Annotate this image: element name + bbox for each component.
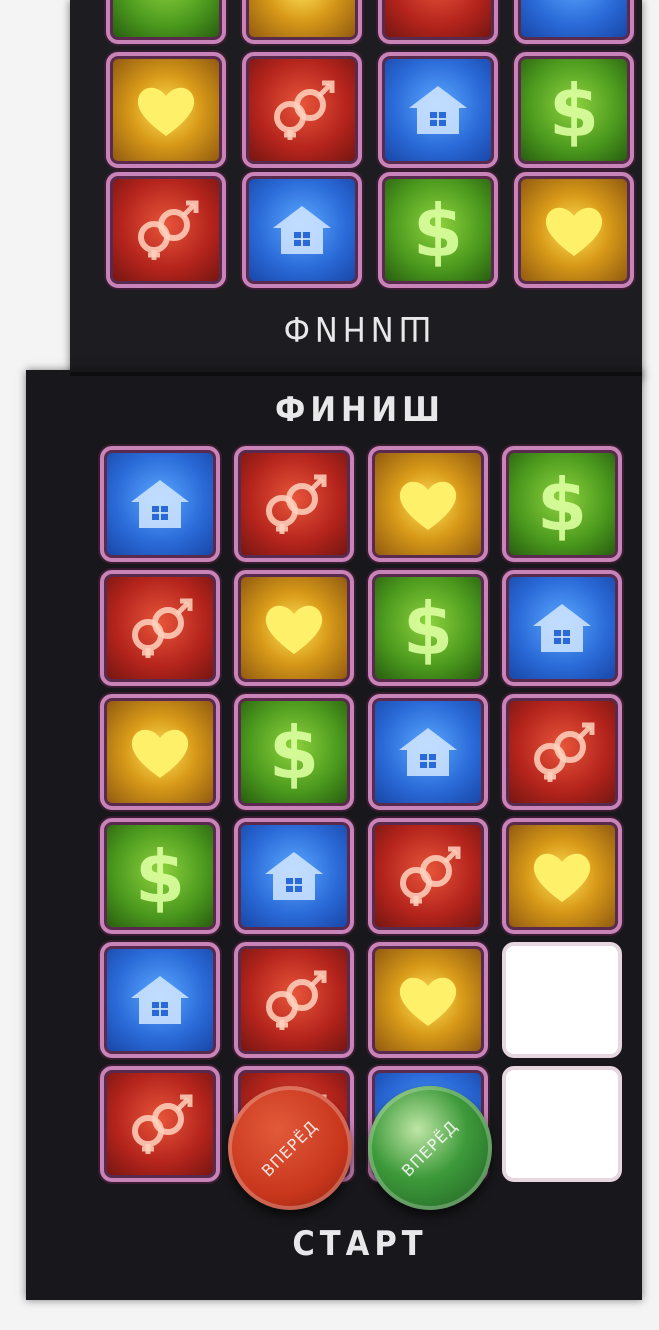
heart-icon	[527, 846, 597, 906]
start-label: СТАРТ	[292, 1224, 428, 1264]
heart-icon	[131, 80, 201, 140]
svg-text:$: $	[403, 588, 453, 668]
svg-text:$: $	[413, 190, 463, 270]
svg-text:$: $	[269, 712, 319, 792]
money-icon: $	[544, 70, 604, 150]
house-icon	[527, 596, 597, 660]
gender-icon	[128, 197, 204, 263]
green-player-chip[interactable]: ВПЕРЁД	[368, 1086, 492, 1210]
chip-label: ВПЕРЁД	[398, 1116, 462, 1180]
finish-label: ФИНИШ	[275, 390, 445, 430]
money-icon: $	[398, 588, 458, 668]
top-partial-tile-heart	[242, 0, 362, 44]
bottom-tile-heart	[368, 446, 488, 562]
board-fold-line	[70, 372, 642, 376]
bottom-tile-money: $	[502, 446, 622, 562]
bottom-tile-heart	[100, 694, 220, 810]
top-partial-tile-gender	[378, 0, 498, 44]
svg-text:$: $	[537, 464, 587, 544]
bottom-tile-house	[100, 942, 220, 1058]
top-tile-gender	[242, 52, 362, 168]
top-tile-house	[378, 52, 498, 168]
bottom-tile-gender	[234, 942, 354, 1058]
gender-icon	[256, 967, 332, 1033]
house-icon	[393, 720, 463, 784]
money-icon: $	[130, 836, 190, 916]
bottom-tile-house	[368, 694, 488, 810]
bottom-tile-money: $	[234, 694, 354, 810]
heart-icon	[539, 200, 609, 260]
gender-icon	[256, 471, 332, 537]
top-tile-money: $	[514, 52, 634, 168]
bottom-tile-house	[502, 570, 622, 686]
bottom-tile-gender	[368, 818, 488, 934]
bottom-tile-gender	[100, 570, 220, 686]
svg-text:$: $	[135, 836, 185, 916]
top-partial-tile-house	[514, 0, 634, 44]
bottom-tile-blank	[502, 1066, 622, 1182]
heart-icon	[125, 722, 195, 782]
house-icon	[125, 472, 195, 536]
gender-icon	[122, 1091, 198, 1157]
bottom-tile-money: $	[368, 570, 488, 686]
house-icon	[259, 844, 329, 908]
money-icon: $	[532, 464, 592, 544]
house-icon	[267, 198, 337, 262]
top-tile-heart	[106, 52, 226, 168]
money-icon: $	[264, 712, 324, 792]
heart-icon	[393, 474, 463, 534]
chip-label: ВПЕРЁД	[258, 1116, 322, 1180]
bottom-tile-house	[234, 818, 354, 934]
mirrored-finish-label: ФИНИШ	[283, 308, 437, 348]
money-icon: $	[408, 190, 468, 270]
bottom-tile-money: $	[100, 818, 220, 934]
house-icon	[403, 78, 473, 142]
gender-icon	[524, 719, 600, 785]
house-icon	[125, 968, 195, 1032]
red-player-chip[interactable]: ВПЕРЁД	[228, 1086, 352, 1210]
bottom-tile-heart	[368, 942, 488, 1058]
top-tile-gender	[106, 172, 226, 288]
top-tile-house	[242, 172, 362, 288]
gender-icon	[264, 77, 340, 143]
bottom-tile-house	[100, 446, 220, 562]
bottom-tile-gender	[502, 694, 622, 810]
bottom-tile-heart	[502, 818, 622, 934]
bottom-tile-gender	[234, 446, 354, 562]
top-tile-money: $	[378, 172, 498, 288]
svg-text:$: $	[549, 70, 599, 150]
gender-icon	[390, 843, 466, 909]
gender-icon	[122, 595, 198, 661]
bottom-tile-heart	[234, 570, 354, 686]
top-tile-heart	[514, 172, 634, 288]
top-partial-tile-money	[106, 0, 226, 44]
bottom-tile-gender	[100, 1066, 220, 1182]
heart-icon	[259, 598, 329, 658]
bottom-tile-blank	[502, 942, 622, 1058]
heart-icon	[393, 970, 463, 1030]
